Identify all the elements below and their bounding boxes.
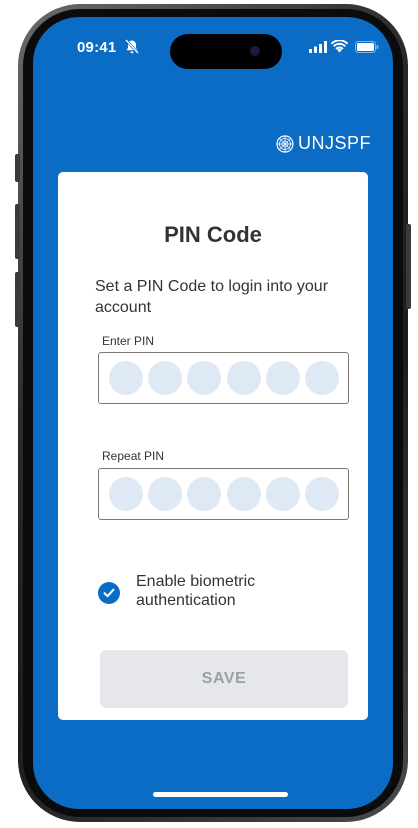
biometric-checkbox[interactable]	[98, 582, 120, 604]
biometric-option[interactable]: Enable biometric authentication	[98, 572, 296, 610]
instruction-text: Set a PIN Code to login into your accoun…	[95, 278, 329, 316]
save-button[interactable]: SAVE	[100, 650, 348, 708]
brand-name: UNJSPF	[297, 133, 371, 153]
front-camera	[250, 46, 260, 56]
pin-digit-slot	[148, 477, 183, 511]
dynamic-island	[170, 34, 282, 69]
pin-digit-slot	[304, 477, 339, 511]
side-button-silent	[15, 154, 20, 182]
checkmark-icon	[103, 588, 115, 598]
pin-digit-slot	[109, 477, 143, 511]
pin-digit-slot	[226, 477, 261, 511]
pin-digit-slot	[187, 477, 222, 511]
repeat-pin-label: Repeat PIN	[102, 449, 165, 463]
side-button-volume-up	[15, 204, 20, 259]
status-bar: 09:41	[33, 17, 393, 77]
pin-digit-slot	[304, 361, 339, 395]
biometric-label: Enable biometric authentication	[136, 573, 256, 609]
pin-digit-slot	[187, 361, 222, 395]
repeat-pin-input[interactable]	[98, 468, 349, 520]
pin-digit-slot	[226, 361, 261, 395]
pin-digit-slot	[265, 361, 300, 395]
page-title: PIN Code	[164, 222, 262, 247]
signal-icon	[309, 41, 327, 53]
pin-digit-slot	[148, 361, 183, 395]
bell-slash-icon	[125, 39, 139, 54]
home-indicator	[153, 792, 288, 797]
wifi-icon	[331, 40, 348, 53]
enter-pin-input[interactable]	[98, 352, 349, 404]
pin-digit-slot	[109, 361, 143, 395]
screen: 09:41 UNJSPF PIN Code Set a PIN Code to …	[33, 17, 393, 809]
pin-setup-card: PIN Code Set a PIN Code to login into yo…	[58, 172, 368, 720]
phone-frame: 09:41 UNJSPF PIN Code Set a PIN Code to …	[15, 4, 411, 822]
battery-icon	[355, 41, 379, 53]
status-time: 09:41	[77, 39, 117, 56]
side-button-power	[406, 224, 411, 309]
brand-logo: UNJSPF	[276, 133, 371, 154]
pin-digit-slot	[265, 477, 300, 511]
enter-pin-label: Enter PIN	[102, 334, 155, 348]
un-emblem-icon	[276, 134, 294, 153]
side-button-volume-down	[15, 272, 20, 327]
